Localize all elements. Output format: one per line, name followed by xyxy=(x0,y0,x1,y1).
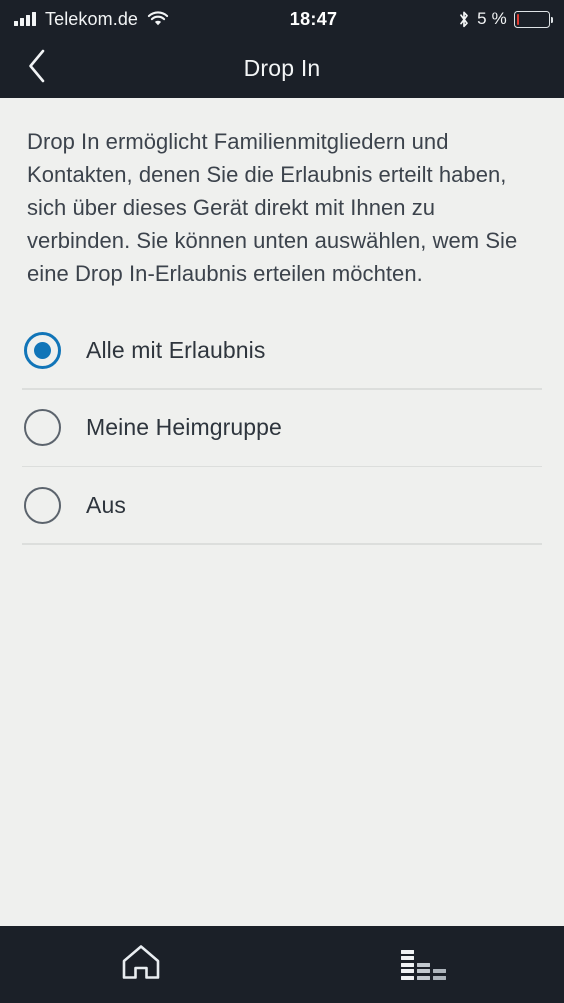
description-text: Drop In ermöglicht Familienmitgliedern u… xyxy=(27,129,518,286)
status-bar: Telekom.de 18:47 5 % xyxy=(0,0,564,38)
radio-button-selected[interactable] xyxy=(24,331,61,369)
bluetooth-icon xyxy=(458,10,470,29)
option-aus[interactable]: Aus xyxy=(0,467,564,543)
option-label: Alle mit Erlaubnis xyxy=(86,336,266,363)
wifi-icon xyxy=(147,11,169,27)
status-bar-left: Telekom.de xyxy=(0,9,169,30)
tab-home[interactable] xyxy=(0,926,282,1003)
drop-in-permission-options: Alle mit Erlaubnis Meine Heimgruppe Aus xyxy=(0,312,564,545)
signal-bars-icon xyxy=(14,12,36,26)
radio-button-unselected[interactable] xyxy=(24,409,61,446)
option-alle-mit-erlaubnis[interactable]: Alle mit Erlaubnis xyxy=(0,312,564,388)
phone-screen: Telekom.de 18:47 5 % Drop In Drop In erm… xyxy=(0,0,564,1003)
carrier-label: Telekom.de xyxy=(45,8,139,29)
bottom-tab-bar xyxy=(0,926,564,1003)
status-bar-center: 18:47 xyxy=(169,9,458,30)
divider xyxy=(22,543,542,545)
home-icon xyxy=(120,942,162,987)
battery-percent-label: 5 % xyxy=(477,9,507,28)
equalizer-bars-icon xyxy=(400,949,446,980)
option-meine-heimgruppe[interactable]: Meine Heimgruppe xyxy=(0,390,564,466)
status-bar-right: 5 % xyxy=(458,9,564,29)
nav-bar: Drop In xyxy=(0,38,564,98)
content-area: Drop In ermöglicht Familienmitgliedern u… xyxy=(0,98,564,926)
option-label: Aus xyxy=(86,491,126,518)
chevron-left-icon xyxy=(26,48,48,89)
tab-activity[interactable] xyxy=(282,926,564,1003)
radio-button-unselected[interactable] xyxy=(24,486,61,524)
page-title: Drop In xyxy=(243,54,321,81)
back-button[interactable] xyxy=(0,38,74,98)
option-label: Meine Heimgruppe xyxy=(86,414,282,440)
battery-icon xyxy=(514,10,553,28)
clock-label: 18:47 xyxy=(289,8,338,29)
